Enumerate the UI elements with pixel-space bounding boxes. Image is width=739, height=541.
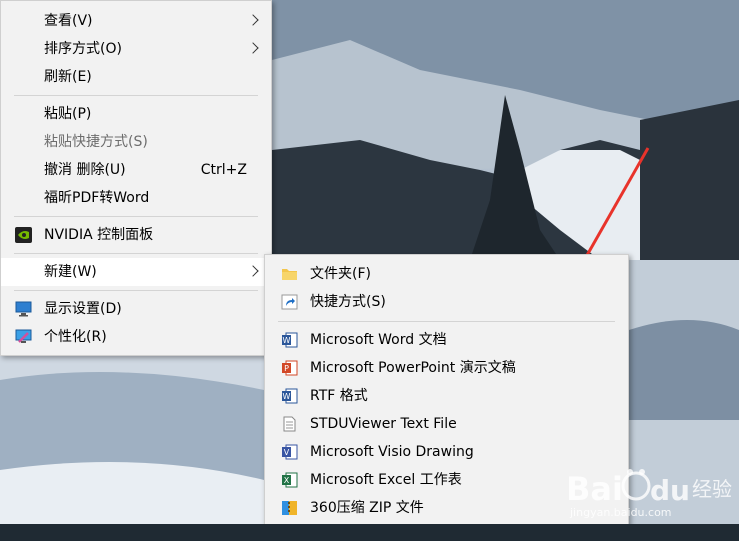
menu-item-label: 快捷方式(S) (310, 294, 386, 310)
display-settings-icon (15, 301, 32, 317)
menu-item-new[interactable]: 新建(W) (1, 258, 271, 286)
menu-item-undo-delete[interactable]: 撤消 删除(U) Ctrl+Z (1, 156, 271, 184)
menu-item-label: 排序方式(O) (44, 41, 122, 57)
shortcut-icon (281, 294, 298, 310)
menu-item-label: Microsoft Excel 工作表 (310, 472, 462, 488)
menu-separator (278, 321, 615, 322)
menu-item-label: 粘贴快捷方式(S) (44, 134, 148, 150)
menu-item-display-settings[interactable]: 显示设置(D) (1, 295, 271, 323)
menu-item-label: RTF 格式 (310, 388, 368, 404)
excel-icon: X (282, 472, 298, 488)
submenu-item-stduviewer-text-file[interactable]: STDUViewer Text File (265, 410, 628, 438)
svg-text:W: W (283, 336, 291, 345)
menu-item-label: STDUViewer Text File (310, 416, 457, 432)
menu-item-label: 360压缩 ZIP 文件 (310, 500, 424, 516)
menu-item-label: Microsoft Word 文档 (310, 332, 447, 348)
menu-item-label: 个性化(R) (44, 329, 107, 345)
submenu-item-powerpoint-presentation[interactable]: P Microsoft PowerPoint 演示文稿 (265, 354, 628, 382)
menu-separator (14, 253, 258, 254)
visio-icon: V (282, 444, 298, 460)
nvidia-icon (15, 227, 32, 243)
personalize-icon (15, 329, 32, 343)
menu-item-label: 查看(V) (44, 13, 93, 29)
menu-item-paste-shortcut: 粘贴快捷方式(S) (1, 128, 271, 156)
folder-icon (282, 269, 297, 280)
menu-item-foxit-pdf-to-word[interactable]: 福昕PDF转Word (1, 184, 271, 212)
menu-item-view[interactable]: 查看(V) (1, 7, 271, 35)
word-icon: W (282, 332, 298, 348)
menu-item-label: Microsoft PowerPoint 演示文稿 (310, 360, 516, 376)
menu-item-paste[interactable]: 粘贴(P) (1, 100, 271, 128)
submenu-item-word-document[interactable]: W Microsoft Word 文档 (265, 326, 628, 354)
svg-text:du: du (650, 474, 690, 507)
menu-separator (14, 216, 258, 217)
chevron-right-icon (247, 265, 259, 277)
text-file-icon (283, 416, 296, 432)
menu-item-nvidia-control-panel[interactable]: NVIDIA 控制面板 (1, 221, 271, 249)
menu-item-label: Microsoft Visio Drawing (310, 444, 474, 460)
svg-text:V: V (284, 448, 290, 457)
submenu-item-rtf-format[interactable]: W RTF 格式 (265, 382, 628, 410)
watermark-url: jingyan.baidu.com (570, 506, 672, 519)
svg-text:X: X (284, 476, 290, 485)
menu-item-sort-by[interactable]: 排序方式(O) (1, 35, 271, 63)
menu-item-label: 显示设置(D) (44, 301, 122, 317)
menu-item-label: 撤消 删除(U) (44, 162, 126, 178)
menu-separator (14, 290, 258, 291)
menu-separator (14, 95, 258, 96)
submenu-item-shortcut[interactable]: 快捷方式(S) (265, 288, 628, 316)
desktop-context-menu: 查看(V) 排序方式(O) 刷新(E) 粘贴(P) 粘贴快捷方式(S) 撤消 删… (0, 0, 272, 356)
menu-item-label: 新建(W) (44, 264, 97, 280)
taskbar (0, 524, 739, 541)
powerpoint-icon: P (282, 360, 298, 376)
menu-item-label: 福昕PDF转Word (44, 190, 150, 206)
rtf-icon: W (282, 388, 298, 404)
menu-item-shortcut: Ctrl+Z (200, 162, 247, 178)
menu-item-label: 文件夹(F) (310, 266, 371, 282)
svg-text:经验: 经验 (692, 477, 732, 501)
chevron-right-icon (247, 14, 259, 26)
svg-text:Bai: Bai (566, 470, 623, 508)
menu-item-label: NVIDIA 控制面板 (44, 227, 154, 243)
chevron-right-icon (247, 42, 259, 54)
svg-text:W: W (283, 392, 291, 401)
menu-item-label: 粘贴(P) (44, 106, 92, 122)
menu-item-refresh[interactable]: 刷新(E) (1, 63, 271, 91)
submenu-item-folder[interactable]: 文件夹(F) (265, 260, 628, 288)
zip-icon (282, 501, 297, 515)
svg-text:P: P (284, 364, 289, 373)
menu-item-label: 刷新(E) (44, 69, 92, 85)
menu-item-personalize[interactable]: 个性化(R) (1, 323, 271, 351)
